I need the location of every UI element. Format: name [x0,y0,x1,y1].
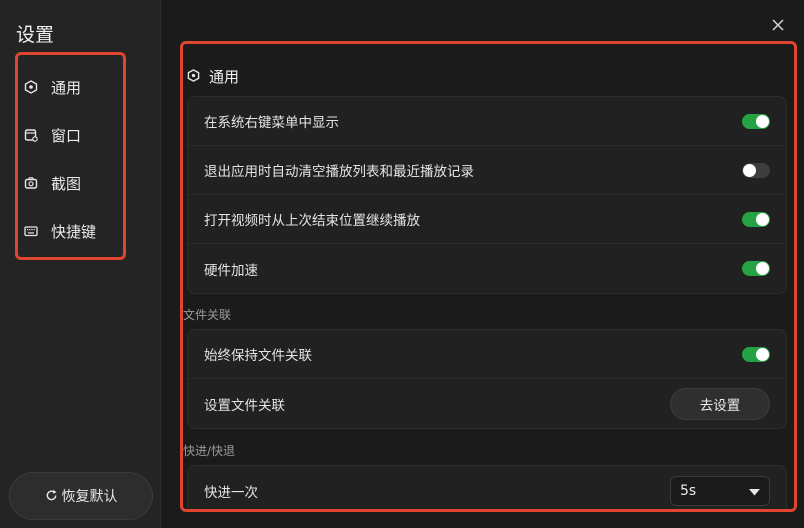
clear-playlist-toggle[interactable] [742,162,770,178]
setting-label: 设置文件关联 [204,397,285,414]
forward-step-select[interactable]: 5s [670,475,770,506]
settings-sidebar: 设置 通用 窗口 截图 快捷键 恢复默认 [0,0,161,528]
close-button[interactable] [766,14,790,38]
hexagon-icon [187,67,200,86]
setting-row: 始终保持文件关联 [188,330,786,379]
context-menu-toggle[interactable] [742,113,770,129]
general-settings-card: 在系统右键菜单中显示 退出应用时自动清空播放列表和最近播放记录 打开视频时从上次… [187,96,787,294]
reset-defaults-button[interactable]: 恢复默认 [9,472,153,520]
sidebar-nav: 通用 窗口 截图 快捷键 [15,52,126,260]
keep-file-assoc-toggle[interactable] [742,346,770,362]
setting-row: 退出应用时自动清空播放列表和最近播放记录 [188,146,786,195]
setting-row: 快进一次 5s [188,466,786,509]
hexagon-icon [23,79,39,95]
section-general-title: 通用 [187,66,239,87]
setting-label: 在系统右键菜单中显示 [204,115,339,131]
seek-group-label: 快进/快退 [183,444,236,458]
window-icon [23,127,39,143]
reset-defaults-label: 恢复默认 [61,489,118,505]
hardware-acceleration-toggle[interactable] [742,261,770,276]
refresh-icon [45,487,58,506]
sidebar-item-label: 通用 [51,78,82,97]
file-assoc-group-label: 文件关联 [183,308,232,322]
setting-label: 硬件加速 [204,262,258,279]
setting-label: 打开视频时从上次结束位置继续播放 [204,213,420,229]
select-value: 5s [680,482,697,499]
file-assoc-card: 始终保持文件关联 设置文件关联 去设置 [187,329,787,429]
settings-content: 通用 在系统右键菜单中显示 退出应用时自动清空播放列表和最近播放记录 打开视频时… [180,41,797,512]
chevron-down-icon [749,481,760,500]
sidebar-item-label: 截图 [51,174,82,193]
resume-playback-toggle[interactable] [742,211,770,227]
sidebar-item-label: 快捷键 [51,222,97,241]
dialog-title: 设置 [16,24,55,46]
keyboard-icon [23,223,39,239]
setting-label: 始终保持文件关联 [204,348,312,364]
sidebar-item-general[interactable]: 通用 [23,70,118,104]
setting-label: 退出应用时自动清空播放列表和最近播放记录 [204,164,474,180]
seek-card: 快进一次 5s [187,465,787,509]
setting-row: 在系统右键菜单中显示 [188,97,786,146]
setting-label: 快进一次 [204,484,258,501]
section-title-label: 通用 [209,68,240,86]
setting-row: 设置文件关联 去设置 [188,379,786,428]
setting-row: 硬件加速 [188,244,786,293]
sidebar-item-shortcuts[interactable]: 快捷键 [23,214,118,248]
sidebar-item-window[interactable]: 窗口 [23,118,118,152]
go-settings-button[interactable]: 去设置 [670,387,770,420]
sidebar-item-screenshot[interactable]: 截图 [23,166,118,200]
close-icon [771,17,785,36]
sidebar-item-label: 窗口 [51,126,82,145]
camera-icon [23,175,39,191]
setting-row: 打开视频时从上次结束位置继续播放 [188,195,786,244]
